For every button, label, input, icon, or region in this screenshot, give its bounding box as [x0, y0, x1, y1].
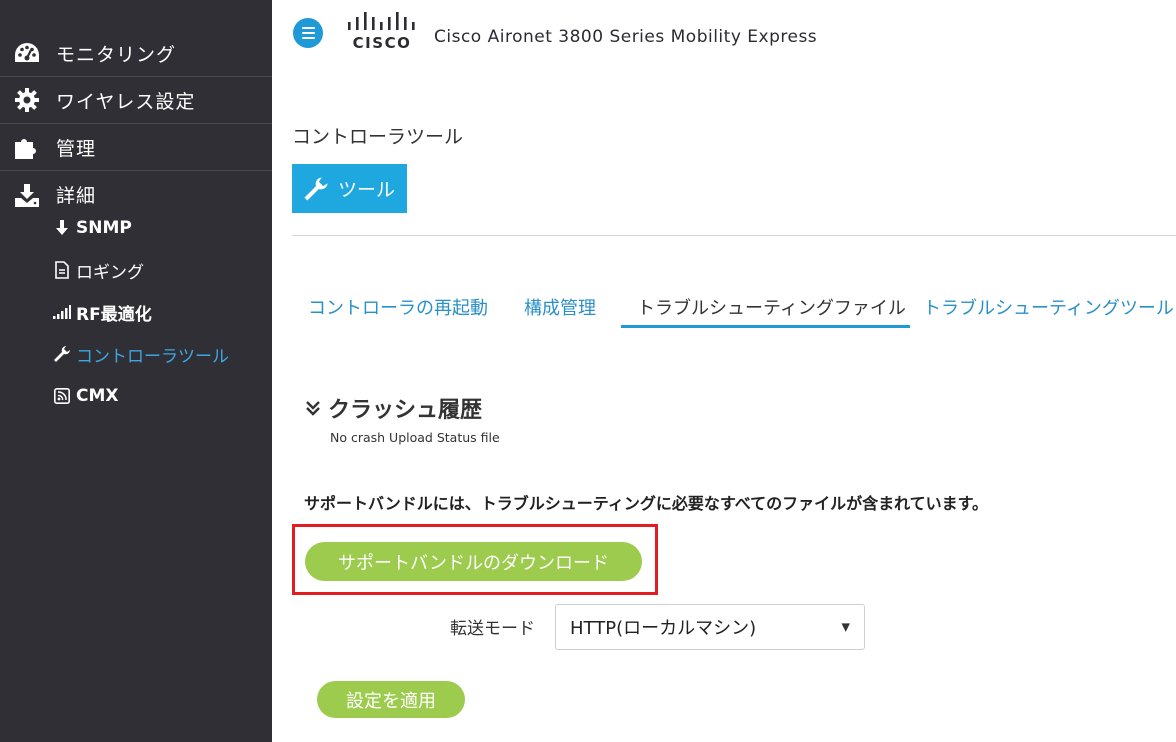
sidebar-subitem-label: CMX [76, 386, 119, 406]
tab-configuration-management[interactable]: 構成管理 [508, 286, 621, 328]
caret-down-icon: ▼ [841, 620, 850, 634]
apply-settings-button[interactable]: 設定を適用 [317, 681, 465, 718]
divider [292, 235, 1176, 236]
sidebar-subitem-rf-optimization[interactable]: RF最適化 [52, 299, 152, 325]
hamburger-icon [301, 32, 315, 34]
crash-history-toggle[interactable]: クラッシュ履歴 [304, 392, 482, 424]
cisco-logo-text: CISCO [353, 34, 412, 52]
transfer-mode-value: HTTP(ローカルマシン) [570, 618, 757, 639]
tab-troubleshooting-tools[interactable]: トラブルシューティングツール [907, 286, 1176, 328]
product-title: Cisco Aironet 3800 Series Mobility Expre… [434, 27, 818, 47]
app-header: CISCO Cisco Aironet 3800 Series Mobility… [272, 0, 1176, 90]
tab-troubleshooting-files[interactable]: トラブルシューティングファイル [621, 286, 910, 328]
sidebar-subitem-controller-tools[interactable]: コントローラツール [52, 341, 229, 367]
sidebar-item-wireless-settings[interactable]: ワイヤレス設定 [0, 77, 272, 124]
crash-upload-status: No crash Upload Status file [330, 430, 500, 445]
hamburger-icon [301, 37, 315, 39]
tools-button-label: ツール [338, 179, 396, 201]
support-bundle-description: サポートバンドルには、トラブルシューティングに必要なすべてのファイルが含まれてい… [304, 494, 989, 513]
hamburger-icon [301, 27, 315, 29]
page-title: コントローラツール [292, 126, 464, 148]
sidebar-item-monitoring[interactable]: モニタリング [0, 30, 272, 77]
puzzle-icon [12, 132, 42, 162]
signal-bars-icon [52, 302, 72, 322]
wrench-icon [52, 344, 72, 364]
sidebar-subitem-label: ロギング [76, 262, 144, 283]
tab-label: トラブルシューティングツール [923, 298, 1174, 319]
log-file-icon [52, 260, 72, 280]
sidebar-item-label: 管理 [56, 137, 97, 160]
tab-controller-restart[interactable]: コントローラの再起動 [292, 286, 508, 328]
cisco-logo: CISCO [346, 10, 418, 52]
sidebar-subitem-label: コントローラツール [76, 346, 229, 367]
download-support-bundle-button[interactable]: サポートバンドルのダウンロード [305, 542, 642, 581]
transfer-mode-select[interactable]: HTTP(ローカルマシン) ▼ [555, 604, 865, 650]
download-tray-icon [12, 180, 42, 210]
sidebar-subitem-logging[interactable]: ロギング [52, 257, 144, 283]
sidebar-item-management[interactable]: 管理 [0, 124, 272, 171]
main-content: コントローラツール ツール コントローラの再起動 構成管理 トラブルシューティン… [272, 90, 1176, 742]
menu-toggle-button[interactable] [293, 18, 323, 48]
dashboard-gauge-icon [12, 38, 42, 68]
tab-bar: コントローラの再起動 構成管理 トラブルシューティングファイル トラブルシューテ… [292, 286, 1176, 328]
sidebar-item-label: モニタリング [56, 43, 177, 66]
sidebar-subitem-label: SNMP [76, 218, 132, 238]
transfer-mode-label: 転送モード [450, 619, 535, 639]
rss-icon [52, 386, 72, 406]
sidebar-subitem-snmp[interactable]: SNMP [52, 215, 132, 241]
tools-button[interactable]: ツール [292, 164, 407, 213]
sidebar-item-label: ワイヤレス設定 [56, 90, 196, 113]
gear-icon [12, 85, 42, 115]
tab-label: コントローラの再起動 [308, 298, 488, 319]
crash-history-heading: クラッシュ履歴 [328, 398, 483, 423]
sidebar-item-advanced[interactable]: 詳細 [0, 171, 272, 218]
arrow-down-icon [52, 218, 72, 238]
double-chevron-down-icon [304, 399, 322, 417]
sidebar-subitem-label: RF最適化 [76, 304, 152, 325]
wrench-icon [302, 175, 330, 203]
sidebar: モニタリング ワイヤレス設定 管理 詳細 SNMP ロギング RF最適化 コント… [0, 0, 272, 742]
tab-label: 構成管理 [524, 298, 596, 319]
tab-label: トラブルシューティングファイル [637, 298, 906, 319]
sidebar-item-label: 詳細 [56, 185, 97, 207]
sidebar-subitem-cmx[interactable]: CMX [52, 383, 119, 409]
